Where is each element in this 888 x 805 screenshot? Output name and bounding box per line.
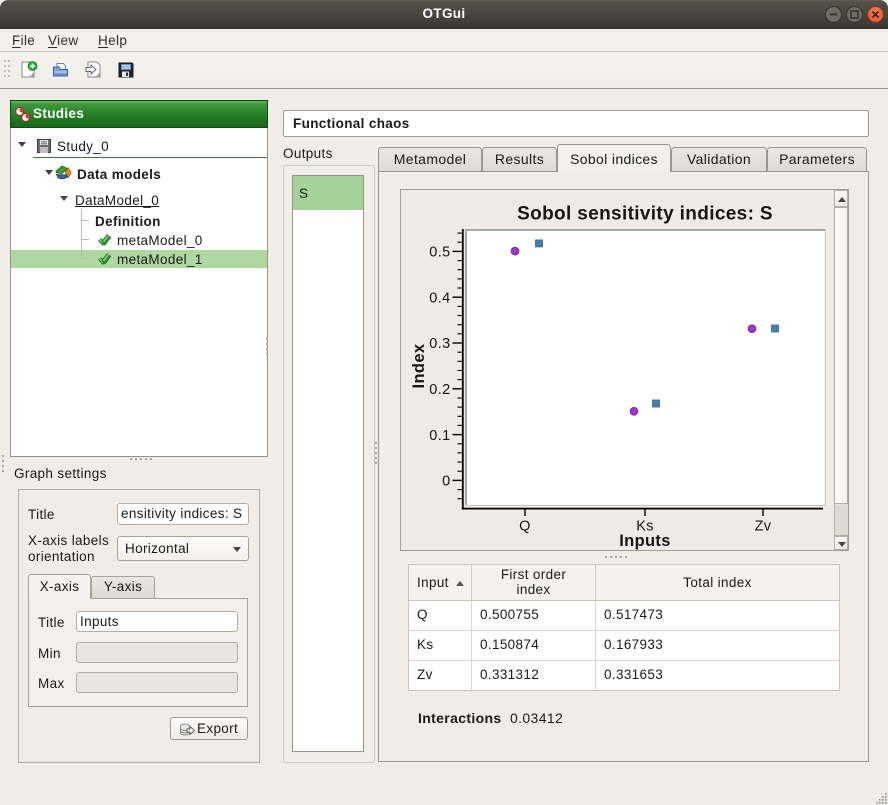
svg-text:Q: Q	[519, 519, 531, 535]
svg-text:Zv: Zv	[755, 519, 772, 535]
svg-text:Index: Index	[410, 343, 428, 388]
svg-text:0.4: 0.4	[429, 290, 450, 306]
svg-text:0.5: 0.5	[429, 245, 450, 261]
svg-text:0.1: 0.1	[429, 428, 450, 444]
svg-text:0: 0	[442, 474, 450, 490]
svg-text:Inputs: Inputs	[619, 532, 671, 550]
svg-text:Sobol sensitivity indices: S: Sobol sensitivity indices: S	[517, 204, 773, 225]
svg-text:0.3: 0.3	[429, 336, 450, 352]
svg-text:0.2: 0.2	[429, 382, 450, 398]
